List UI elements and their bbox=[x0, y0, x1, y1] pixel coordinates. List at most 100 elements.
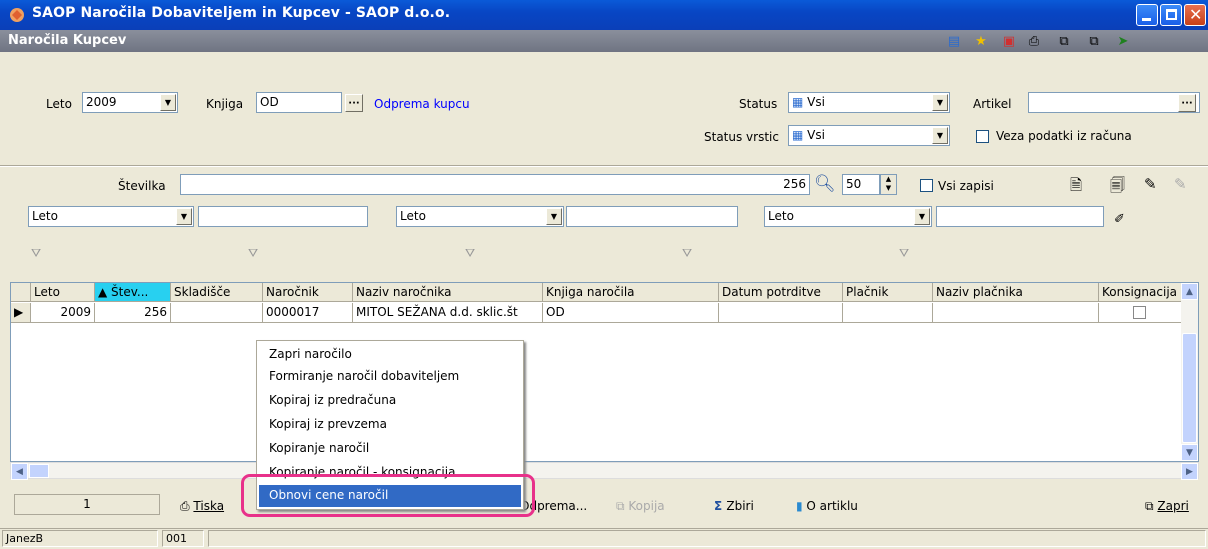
o-artiklu-button[interactable]: ▮ O artiklu bbox=[796, 499, 858, 513]
chevron-down-icon[interactable]: ▼ bbox=[914, 208, 930, 225]
new-document-icon[interactable]: 🗎 bbox=[1070, 175, 1082, 200]
artikel-field[interactable] bbox=[1028, 92, 1200, 113]
funnel-icon[interactable]: ⛛ bbox=[248, 246, 264, 262]
artikel-browse-button[interactable]: ··· bbox=[1178, 94, 1196, 112]
chevron-down-icon[interactable]: ▼ bbox=[176, 208, 192, 225]
status-combo[interactable]: ▦ Vsi ▼ bbox=[788, 92, 950, 113]
module-title: Naročila Kupcev bbox=[8, 33, 127, 48]
search-icon[interactable]: 🔍︎ bbox=[814, 174, 836, 194]
close-button[interactable]: ✕ bbox=[1184, 4, 1206, 26]
cell-konsignacija[interactable] bbox=[1099, 303, 1183, 323]
exit-icon[interactable]: ➤ bbox=[1114, 33, 1132, 50]
cell-naziv-narocnika[interactable]: MITOL SEŽANA d.d. sklic.št bbox=[353, 303, 543, 323]
annotation-highlight bbox=[241, 474, 535, 517]
column-header-naziv-placnika[interactable]: Naziv plačnika bbox=[933, 283, 1099, 302]
scroll-up-icon[interactable]: ▲ bbox=[1181, 283, 1198, 300]
knjiga-link[interactable]: Odprema kupcu bbox=[374, 97, 470, 111]
column-header-skladisce[interactable]: Skladišče bbox=[171, 283, 263, 302]
orders-grid[interactable]: Leto ▲ Štev... Skladišče Naročnik Naziv … bbox=[10, 282, 1199, 462]
column-header-stevilka[interactable]: ▲ Štev... bbox=[95, 283, 171, 302]
cell-placnik[interactable] bbox=[843, 303, 933, 323]
funnel-icon[interactable]: ⛛ bbox=[899, 246, 915, 262]
filter-column-1[interactable]: Leto ▼ bbox=[28, 206, 194, 227]
leto-combo[interactable]: 2009 ▼ bbox=[82, 92, 178, 113]
window-titlebar[interactable]: SAOP Naročila Dobaviteljem in Kupcev - S… bbox=[0, 0, 1208, 30]
limit-field[interactable]: 50 bbox=[842, 174, 880, 195]
chevron-down-icon[interactable]: ▼ bbox=[160, 94, 176, 111]
menu-item-kopiraj-prevzem[interactable]: Kopiraj iz prevzema bbox=[269, 417, 387, 431]
veza-checkbox[interactable] bbox=[976, 130, 989, 143]
copy-settings-icon[interactable]: ⧉ bbox=[1085, 33, 1103, 50]
delete-document-icon[interactable]: ▣ bbox=[1000, 33, 1018, 50]
chevron-down-icon[interactable]: ▼ bbox=[932, 94, 948, 111]
filter-column-3[interactable]: Leto ▼ bbox=[764, 206, 932, 227]
cell-skladisce[interactable] bbox=[171, 303, 263, 323]
cell-datum-potrditve[interactable] bbox=[719, 303, 843, 323]
chevron-down-icon[interactable]: ▼ bbox=[932, 127, 948, 144]
minimize-button[interactable] bbox=[1136, 4, 1158, 26]
knjiga-label: Knjiga bbox=[206, 97, 244, 111]
funnel-icon[interactable]: ⛛ bbox=[682, 246, 698, 262]
vsi-zapisi-label: Vsi zapisi bbox=[938, 179, 994, 193]
chevron-down-icon[interactable]: ▼ bbox=[546, 208, 562, 225]
knjiga-field[interactable]: OD bbox=[256, 92, 342, 113]
door-icon: ⧉ bbox=[1145, 499, 1158, 513]
status-message bbox=[208, 530, 1206, 547]
scroll-left-icon[interactable]: ◀ bbox=[11, 463, 28, 480]
copy-icon[interactable]: ⧉ bbox=[1055, 33, 1073, 50]
maximize-button[interactable] bbox=[1160, 4, 1182, 26]
konsignacija-checkbox[interactable] bbox=[1133, 306, 1146, 319]
tiskaj-button[interactable]: ⎙ Tiska bbox=[180, 499, 224, 514]
stevilka-label: Številka bbox=[118, 179, 166, 193]
status-vrstic-combo[interactable]: ▦ Vsi ▼ bbox=[788, 125, 950, 146]
edit-icon[interactable]: ✎ bbox=[1144, 175, 1157, 193]
menu-item-zapri-narocilo[interactable]: Zapri naročilo bbox=[269, 347, 352, 361]
column-header-leto[interactable]: Leto bbox=[31, 283, 95, 302]
vertical-scrollbar[interactable]: ▲ ▼ bbox=[1181, 283, 1198, 461]
new-copy-icon[interactable]: 🗐 bbox=[1110, 175, 1125, 200]
filter-value-3[interactable] bbox=[936, 206, 1104, 227]
layout-icon[interactable]: ▤ bbox=[945, 33, 963, 50]
menu-item-formiranje[interactable]: Formiranje naročil dobaviteljem bbox=[269, 369, 459, 383]
clear-filter-icon[interactable]: ✐ bbox=[1114, 212, 1125, 227]
veza-label: Veza podatki iz računa bbox=[996, 129, 1132, 143]
horizontal-scroll-thumb[interactable] bbox=[29, 464, 49, 478]
vertical-scroll-thumb[interactable] bbox=[1182, 333, 1197, 443]
cell-stevilka[interactable]: 256 bbox=[95, 303, 171, 323]
zapri-button[interactable]: ⧉ Zapri bbox=[1145, 499, 1189, 514]
scroll-right-icon[interactable]: ▶ bbox=[1181, 463, 1198, 480]
status-code: 001 bbox=[162, 530, 204, 547]
column-header-placnik[interactable]: Plačnik bbox=[843, 283, 933, 302]
column-header-naziv-narocnika[interactable]: Naziv naročnika bbox=[353, 283, 543, 302]
cell-narocnik[interactable]: 0000017 bbox=[263, 303, 353, 323]
vsi-zapisi-checkbox[interactable] bbox=[920, 179, 933, 192]
divider bbox=[0, 166, 1208, 167]
leto-label: Leto bbox=[46, 97, 72, 111]
star-icon[interactable]: ★ bbox=[972, 33, 990, 50]
column-header-konsignacija[interactable]: Konsignacija bbox=[1099, 283, 1183, 302]
filter-column-2[interactable]: Leto ▼ bbox=[396, 206, 564, 227]
zbirni-button[interactable]: Σ Zbiri bbox=[714, 499, 754, 513]
menu-item-kopiraj-predracun[interactable]: Kopiraj iz predračuna bbox=[269, 393, 396, 407]
stevilka-field[interactable]: 256 bbox=[180, 174, 810, 195]
funnel-icon[interactable]: ⛛ bbox=[465, 246, 481, 262]
cell-leto[interactable]: 2009 bbox=[31, 303, 95, 323]
filter-value-1[interactable] bbox=[198, 206, 368, 227]
filter-icon: ▦ bbox=[792, 95, 804, 109]
cell-naziv-placnika[interactable] bbox=[933, 303, 1099, 323]
funnel-icon[interactable]: ⛛ bbox=[31, 246, 47, 262]
row-indicator: ▶ bbox=[11, 303, 31, 323]
scroll-down-icon[interactable]: ▼ bbox=[1181, 444, 1198, 461]
column-header-datum-potrditve[interactable]: Datum potrditve bbox=[719, 283, 843, 302]
menu-item-kopiranje-narocil[interactable]: Kopiranje naročil bbox=[269, 441, 369, 455]
horizontal-scrollbar[interactable]: ◀ ▶ bbox=[10, 462, 1199, 480]
cell-knjiga-narocila[interactable]: OD bbox=[543, 303, 719, 323]
print-icon[interactable]: ⎙ bbox=[1025, 33, 1043, 50]
filter-icon: ▦ bbox=[792, 128, 804, 142]
column-header-narocnik[interactable]: Naročnik bbox=[263, 283, 353, 302]
knjiga-browse-button[interactable]: ··· bbox=[345, 94, 363, 112]
column-header-knjiga-narocila[interactable]: Knjiga naročila bbox=[543, 283, 719, 302]
filter-value-2[interactable] bbox=[566, 206, 738, 227]
kopija-button: ⧉ Kopija bbox=[616, 499, 665, 513]
limit-spinner[interactable]: ▲ ▼ bbox=[880, 174, 897, 195]
